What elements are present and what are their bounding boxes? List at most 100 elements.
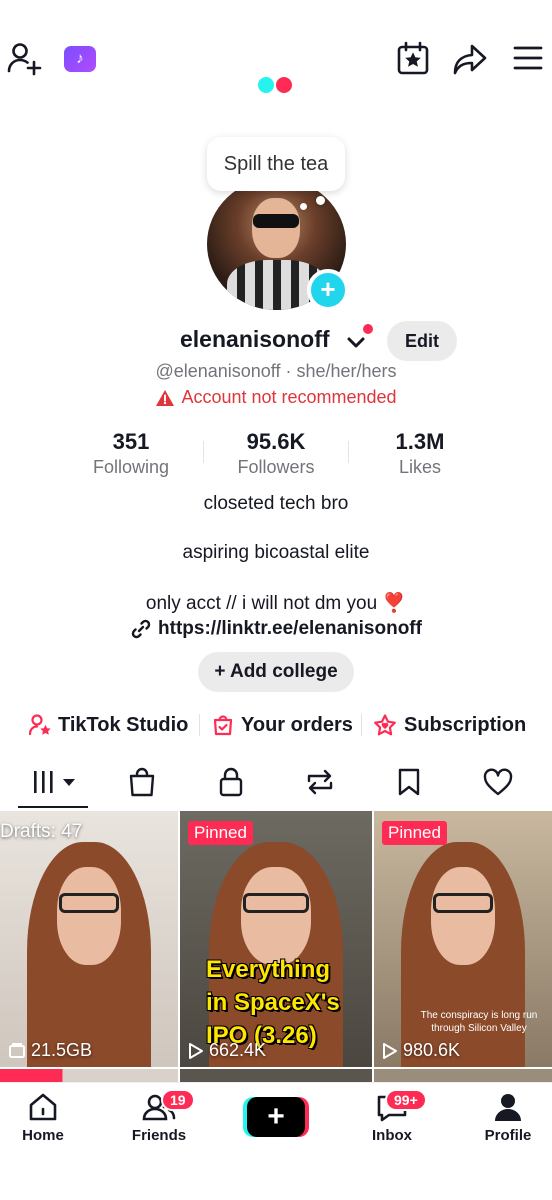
pinned-badge: Pinned (188, 821, 253, 845)
play-icon (383, 1042, 397, 1059)
play-icon (189, 1042, 203, 1059)
view-count: 662.4K (188, 1040, 266, 1061)
bookmark-icon (398, 768, 420, 796)
tab-liked[interactable] (478, 765, 518, 799)
tab-videos[interactable] (30, 765, 80, 799)
view-count-text: 980.6K (403, 1040, 461, 1060)
profile-icon (495, 1094, 521, 1121)
folder-icon (9, 1042, 25, 1058)
tab-reposts[interactable] (300, 765, 340, 799)
quick-divider (199, 714, 200, 736)
lock-icon (219, 767, 243, 797)
warning-text: Account not recommended (181, 387, 397, 407)
view-count-text: 662.4K (209, 1040, 267, 1060)
warning-icon (156, 389, 175, 406)
nav-inbox[interactable]: Inbox 99+ (347, 1089, 437, 1144)
bag-check-icon (213, 715, 233, 736)
nav-home[interactable]: Home (0, 1091, 88, 1144)
username[interactable]: elenanisonoff (180, 326, 330, 353)
thumbnail-face (241, 867, 311, 965)
add-user-icon[interactable] (6, 40, 42, 76)
share-icon[interactable] (452, 42, 488, 76)
stat-likes[interactable]: 1.3M Likes (350, 429, 490, 479)
subscription-link[interactable]: Subscription (372, 711, 526, 739)
draft-size: 21.5GB (8, 1040, 92, 1061)
menu-icon[interactable] (512, 44, 544, 72)
red-dot (276, 77, 292, 93)
avatar-sunglasses (253, 214, 299, 228)
tiktok-badge-icon[interactable]: ♪ (64, 46, 96, 72)
inbox-badge: 99+ (385, 1089, 427, 1111)
status-bubble[interactable]: Spill the tea (207, 137, 345, 191)
notification-dot (363, 324, 373, 334)
following-label: Following (92, 457, 170, 477)
home-icon (29, 1093, 57, 1121)
repost-icon (307, 769, 333, 795)
active-tab-underline (18, 806, 88, 808)
chevron-down-icon[interactable] (345, 333, 367, 353)
grid-item-row2[interactable] (180, 1069, 372, 1083)
account-warning[interactable]: Account not recommended (0, 387, 552, 412)
thumbnail-face (430, 867, 496, 965)
bio-line: aspiring bicoastal elite (182, 542, 370, 563)
drafts-label: Drafts: 47 (0, 821, 83, 842)
likes-count: 1.3M (395, 429, 445, 454)
thumbnail-face (56, 867, 122, 965)
tab-shop[interactable] (122, 765, 162, 799)
link-text: https://linktr.ee/elenanisonoff (158, 618, 422, 639)
add-story-button[interactable]: + (307, 269, 349, 311)
calendar-star-icon[interactable] (396, 40, 430, 76)
video-caption: Everything in SpaceX's IPO (3.26) (206, 956, 340, 1049)
edit-profile-button[interactable]: Edit (387, 321, 457, 361)
draft-size-text: 21.5GB (31, 1040, 93, 1060)
stat-following[interactable]: 351 Following (61, 429, 201, 479)
friends-badge: 19 (161, 1089, 195, 1111)
cyan-dot (258, 77, 274, 93)
bio-link[interactable]: https://linktr.ee/elenanisonoff (0, 618, 552, 646)
plus-icon: + (247, 1097, 305, 1137)
create-button[interactable]: + (243, 1097, 309, 1137)
nav-profile[interactable]: Profile (463, 1091, 552, 1144)
your-orders-label: Your orders (241, 713, 353, 736)
grid-item-row2[interactable] (0, 1069, 178, 1083)
thumbnail-glasses (243, 892, 309, 914)
nav-inbox-label: Inbox (372, 1127, 412, 1144)
followers-count: 95.6K (246, 429, 306, 454)
stat-followers[interactable]: 95.6K Followers (206, 429, 346, 479)
grid-item-row2[interactable] (374, 1069, 552, 1083)
heart-icon (483, 768, 513, 796)
grid-item-pinned-1[interactable]: Pinned Everything in SpaceX's IPO (3.26)… (180, 811, 372, 1067)
following-count: 351 (112, 429, 150, 454)
tiktok-studio-link[interactable]: TikTok Studio (28, 711, 188, 739)
stat-divider (348, 441, 349, 463)
plus-icon: + (320, 274, 336, 304)
add-college-button[interactable]: + Add college (198, 652, 354, 692)
view-count: 980.6K (382, 1040, 460, 1061)
bio-line: closeted tech bro (203, 493, 349, 514)
bottom-nav: Home Friends 19 + Inbox 99+ Profile (0, 1082, 552, 1200)
your-orders-link[interactable]: Your orders (211, 711, 353, 739)
followers-label: Followers (237, 457, 315, 477)
videos-grid-icon (34, 771, 75, 793)
nav-friends-label: Friends (131, 1127, 187, 1144)
bio-line: only acct // i will not dm you ❣️ (145, 593, 407, 614)
tab-private[interactable] (211, 765, 251, 799)
studio-person-star-icon (28, 714, 51, 736)
loading-dots (258, 77, 294, 93)
link-icon (131, 619, 151, 639)
thumbnail-glasses (432, 892, 494, 914)
avatar-face (252, 198, 300, 258)
nav-home-label: Home (22, 1127, 64, 1144)
nav-profile-label: Profile (484, 1127, 532, 1144)
bubble-tail-small (300, 203, 307, 210)
tab-favorites[interactable] (389, 765, 429, 799)
star-heart-icon (374, 714, 396, 736)
handle-pronouns: @elenanisonoff · she/her/hers (155, 361, 397, 381)
nav-friends[interactable]: Friends 19 (114, 1089, 204, 1144)
tiktok-studio-label: TikTok Studio (58, 713, 189, 736)
pinned-badge: Pinned (382, 821, 447, 845)
subscription-label: Subscription (404, 713, 527, 736)
likes-label: Likes (398, 457, 442, 477)
grid-item-pinned-2[interactable]: Pinned The conspiracy is long run throug… (374, 811, 552, 1067)
grid-item-drafts[interactable]: Drafts: 47 21.5GB (0, 811, 178, 1067)
